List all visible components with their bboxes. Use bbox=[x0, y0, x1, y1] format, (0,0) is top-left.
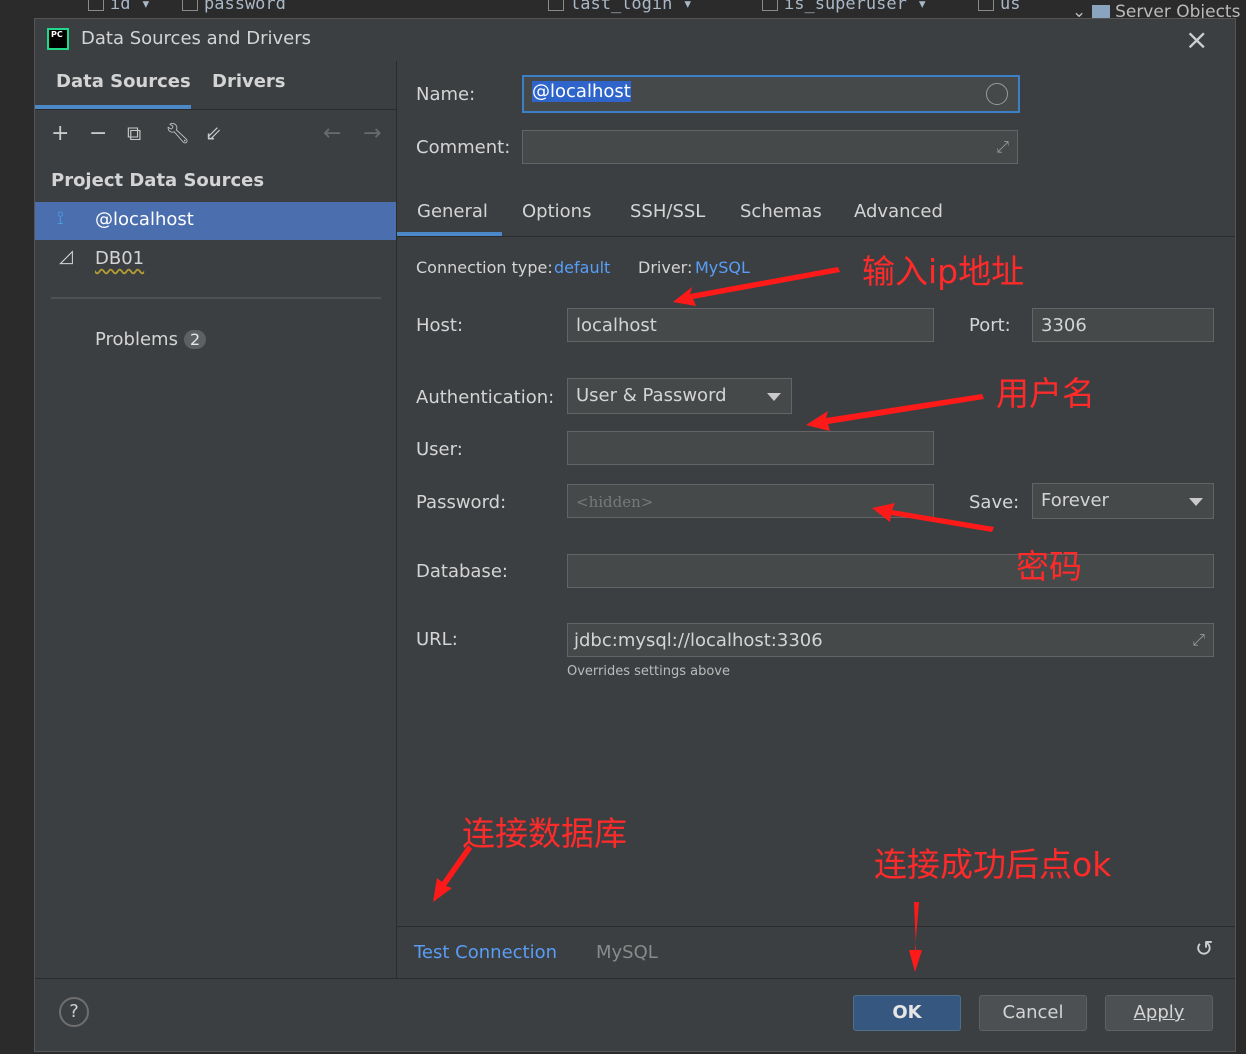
problems-count-badge: 2 bbox=[183, 330, 207, 349]
expand-icon[interactable]: ⤢ bbox=[996, 137, 1009, 157]
apply-button[interactable]: Apply bbox=[1105, 995, 1213, 1031]
key-column-icon bbox=[88, 0, 104, 11]
data-source-item-db01[interactable]: ◿ DB01 bbox=[35, 242, 396, 278]
name-value: @localhost bbox=[532, 81, 631, 102]
annotation-password: 密码 bbox=[1016, 547, 1082, 586]
tab-divider bbox=[35, 109, 396, 110]
url-value: jdbc:mysql://localhost:3306 bbox=[574, 630, 823, 651]
column-icon bbox=[762, 0, 778, 11]
annotation-ip: 输入ip地址 bbox=[862, 252, 1025, 291]
chevron-down-icon bbox=[1189, 498, 1203, 506]
comment-input[interactable]: ⤢ bbox=[522, 130, 1018, 164]
tab-data-sources[interactable]: Data Sources bbox=[56, 71, 191, 92]
user-input[interactable] bbox=[567, 431, 934, 465]
problems-link[interactable]: Problems 2 bbox=[95, 329, 207, 350]
driver-link[interactable]: MySQL bbox=[695, 258, 750, 277]
annotation-ok: 连接成功后点ok bbox=[874, 845, 1112, 884]
url-input[interactable]: jdbc:mysql://localhost:3306 ⤢ bbox=[567, 623, 1214, 657]
title-bar: PC Data Sources and Drivers × bbox=[35, 19, 1235, 61]
url-label: URL: bbox=[416, 629, 458, 650]
authentication-select[interactable]: User & Password bbox=[567, 378, 792, 414]
pycharm-app-icon: PC bbox=[47, 28, 69, 50]
column-icon bbox=[548, 0, 564, 11]
forward-arrow-icon[interactable]: → bbox=[363, 121, 381, 146]
bottom-divider bbox=[35, 978, 1235, 979]
chevron-down-icon bbox=[767, 393, 781, 401]
dialog-title: Data Sources and Drivers bbox=[81, 28, 311, 49]
expand-icon[interactable]: ⤢ bbox=[1192, 630, 1205, 650]
cancel-button[interactable]: Cancel bbox=[979, 995, 1087, 1031]
column-last-login: last_login ▾ bbox=[548, 0, 693, 14]
right-panel-footer: Test Connection MySQL ↺ bbox=[397, 926, 1235, 979]
test-connection-link[interactable]: Test Connection bbox=[414, 942, 557, 963]
url-hint: Overrides settings above bbox=[567, 664, 730, 679]
problems-label: Problems bbox=[95, 329, 178, 350]
tab-ssh-ssl[interactable]: SSH/SSL bbox=[630, 201, 705, 222]
tab-general[interactable]: General bbox=[417, 201, 488, 222]
comment-label: Comment: bbox=[416, 137, 511, 158]
data-source-label: DB01 bbox=[95, 248, 145, 269]
data-source-item-localhost[interactable]: ⟟ @localhost bbox=[35, 202, 396, 240]
annotation-user: 用户名 bbox=[996, 374, 1095, 413]
driver-label: Driver: bbox=[638, 258, 693, 277]
tab-advanced[interactable]: Advanced bbox=[854, 201, 943, 222]
tab-divider bbox=[397, 236, 1235, 237]
tab-options[interactable]: Options bbox=[522, 201, 591, 222]
dolphin-icon: ◿ bbox=[59, 246, 73, 267]
port-input[interactable]: 3306 bbox=[1032, 308, 1214, 342]
column-is-superuser: is_superuser ▾ bbox=[762, 0, 927, 14]
color-circle-icon[interactable] bbox=[986, 83, 1008, 105]
tab-schemas[interactable]: Schemas bbox=[740, 201, 822, 222]
port-label: Port: bbox=[969, 315, 1011, 336]
authentication-value: User & Password bbox=[576, 385, 727, 406]
database-label: Database: bbox=[416, 561, 508, 582]
user-label: User: bbox=[416, 439, 463, 460]
annotation-test: 连接数据库 bbox=[462, 814, 627, 853]
data-sources-dialog: PC Data Sources and Drivers × Data Sourc… bbox=[34, 18, 1236, 1052]
left-panel: Data Sources Drivers + − ⧉ 🔧︎ ⇙ ← → Proj… bbox=[35, 61, 397, 978]
connection-type-link[interactable]: default bbox=[554, 258, 610, 277]
name-input[interactable]: @localhost bbox=[522, 75, 1020, 113]
wrench-icon[interactable]: 🔧︎ bbox=[165, 121, 190, 145]
column-id: id ▾ bbox=[88, 0, 151, 14]
column-icon bbox=[182, 0, 198, 11]
password-input[interactable]: <hidden> bbox=[567, 484, 934, 518]
host-label: Host: bbox=[416, 315, 464, 336]
revert-icon[interactable]: ↺ bbox=[1195, 937, 1213, 962]
add-icon[interactable]: + bbox=[51, 121, 69, 146]
save-label: Save: bbox=[969, 492, 1020, 513]
duplicate-icon[interactable]: ⧉ bbox=[127, 121, 141, 145]
connection-type-label: Connection type: bbox=[416, 258, 553, 277]
close-icon[interactable]: × bbox=[1185, 23, 1208, 56]
database-input[interactable] bbox=[567, 554, 1214, 588]
mysql-dolphin-icon: ⟟ bbox=[57, 208, 64, 229]
save-select[interactable]: Forever bbox=[1032, 483, 1214, 519]
data-source-label: @localhost bbox=[95, 209, 194, 230]
remove-icon[interactable]: − bbox=[89, 121, 107, 146]
column-password: password bbox=[182, 0, 286, 14]
driver-name-label: MySQL bbox=[596, 942, 658, 963]
password-label: Password: bbox=[416, 492, 507, 513]
host-input[interactable]: localhost bbox=[567, 308, 934, 342]
tab-drivers[interactable]: Drivers bbox=[212, 71, 286, 92]
background-right-edge bbox=[1236, 18, 1246, 1054]
left-separator bbox=[51, 297, 381, 299]
password-placeholder: <hidden> bbox=[576, 493, 654, 511]
help-button[interactable]: ? bbox=[59, 997, 89, 1027]
project-data-sources-title: Project Data Sources bbox=[51, 170, 265, 191]
import-icon[interactable]: ⇙ bbox=[205, 121, 222, 145]
column-us: us bbox=[978, 0, 1020, 14]
name-label: Name: bbox=[416, 84, 476, 105]
back-arrow-icon[interactable]: ← bbox=[323, 121, 341, 146]
background-table-header: id ▾ password last_login ▾ is_superuser … bbox=[0, 0, 1246, 22]
column-icon bbox=[978, 0, 994, 11]
folder-icon bbox=[1091, 5, 1110, 19]
ok-button[interactable]: OK bbox=[853, 995, 961, 1031]
authentication-label: Authentication: bbox=[416, 387, 555, 408]
save-value: Forever bbox=[1041, 490, 1109, 511]
